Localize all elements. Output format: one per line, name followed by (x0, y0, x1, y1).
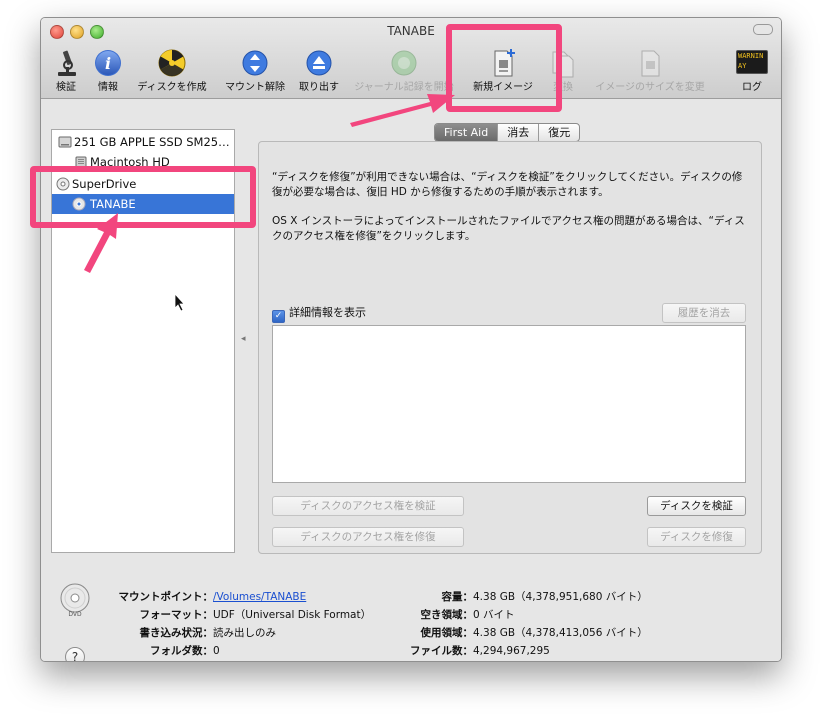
arrow-to-new-image (350, 94, 455, 127)
annotation-arrows (84, 94, 455, 312)
mouse-cursor-icon (174, 292, 185, 312)
arrow-to-tanabe (84, 213, 118, 273)
